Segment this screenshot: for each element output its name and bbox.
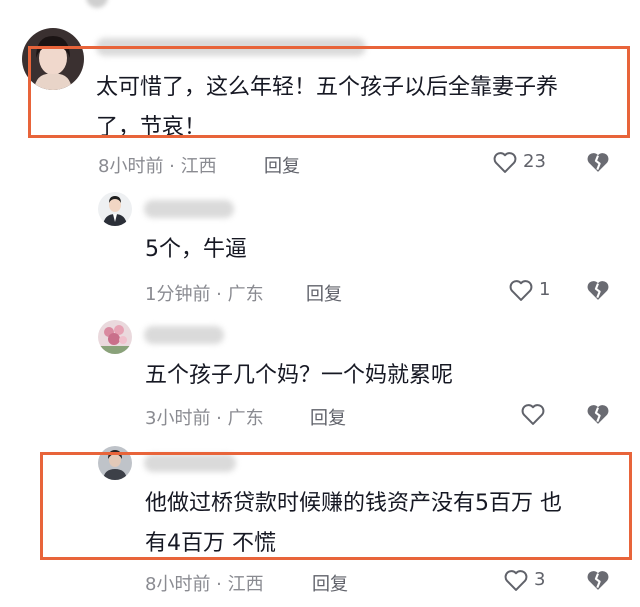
highlight-box-bottom (40, 452, 632, 560)
heart-icon[interactable] (502, 566, 530, 594)
like-count: 23 (523, 151, 546, 172)
reply-button[interactable]: 回复 (264, 152, 300, 178)
highlight-box-top (28, 46, 630, 138)
username-blurred (144, 326, 224, 344)
heart-icon[interactable] (519, 400, 547, 428)
comment-time-location: 3小时前 · 广东 (145, 408, 264, 429)
comment-time-location: 8小时前 · 江西 (98, 156, 217, 177)
comment-text-line1: 五个孩子几个妈？一个妈就累呢 (145, 363, 454, 388)
heart-icon[interactable] (507, 276, 535, 304)
flowers-avatar-icon[interactable] (98, 320, 132, 354)
reply-button[interactable]: 回复 (312, 570, 348, 596)
man-suit-avatar-icon[interactable] (98, 192, 132, 226)
broken-heart-icon[interactable] (584, 276, 612, 304)
like-count: 3 (534, 569, 546, 590)
broken-heart-icon[interactable] (584, 566, 612, 594)
broken-heart-icon[interactable] (584, 148, 612, 176)
username-blurred (144, 200, 234, 218)
reply-button[interactable]: 回复 (310, 404, 346, 430)
like-count: 1 (539, 279, 551, 300)
comment-time-location: 8小时前 · 江西 (145, 574, 264, 595)
heart-icon[interactable] (491, 148, 519, 176)
comment-text-line1: 5个，牛逼 (145, 237, 247, 262)
comment-time-location: 1分钟前 · 广东 (145, 284, 264, 305)
top-cutoff-avatar (86, 0, 108, 8)
reply-button[interactable]: 回复 (306, 280, 342, 306)
broken-heart-icon[interactable] (584, 400, 612, 428)
